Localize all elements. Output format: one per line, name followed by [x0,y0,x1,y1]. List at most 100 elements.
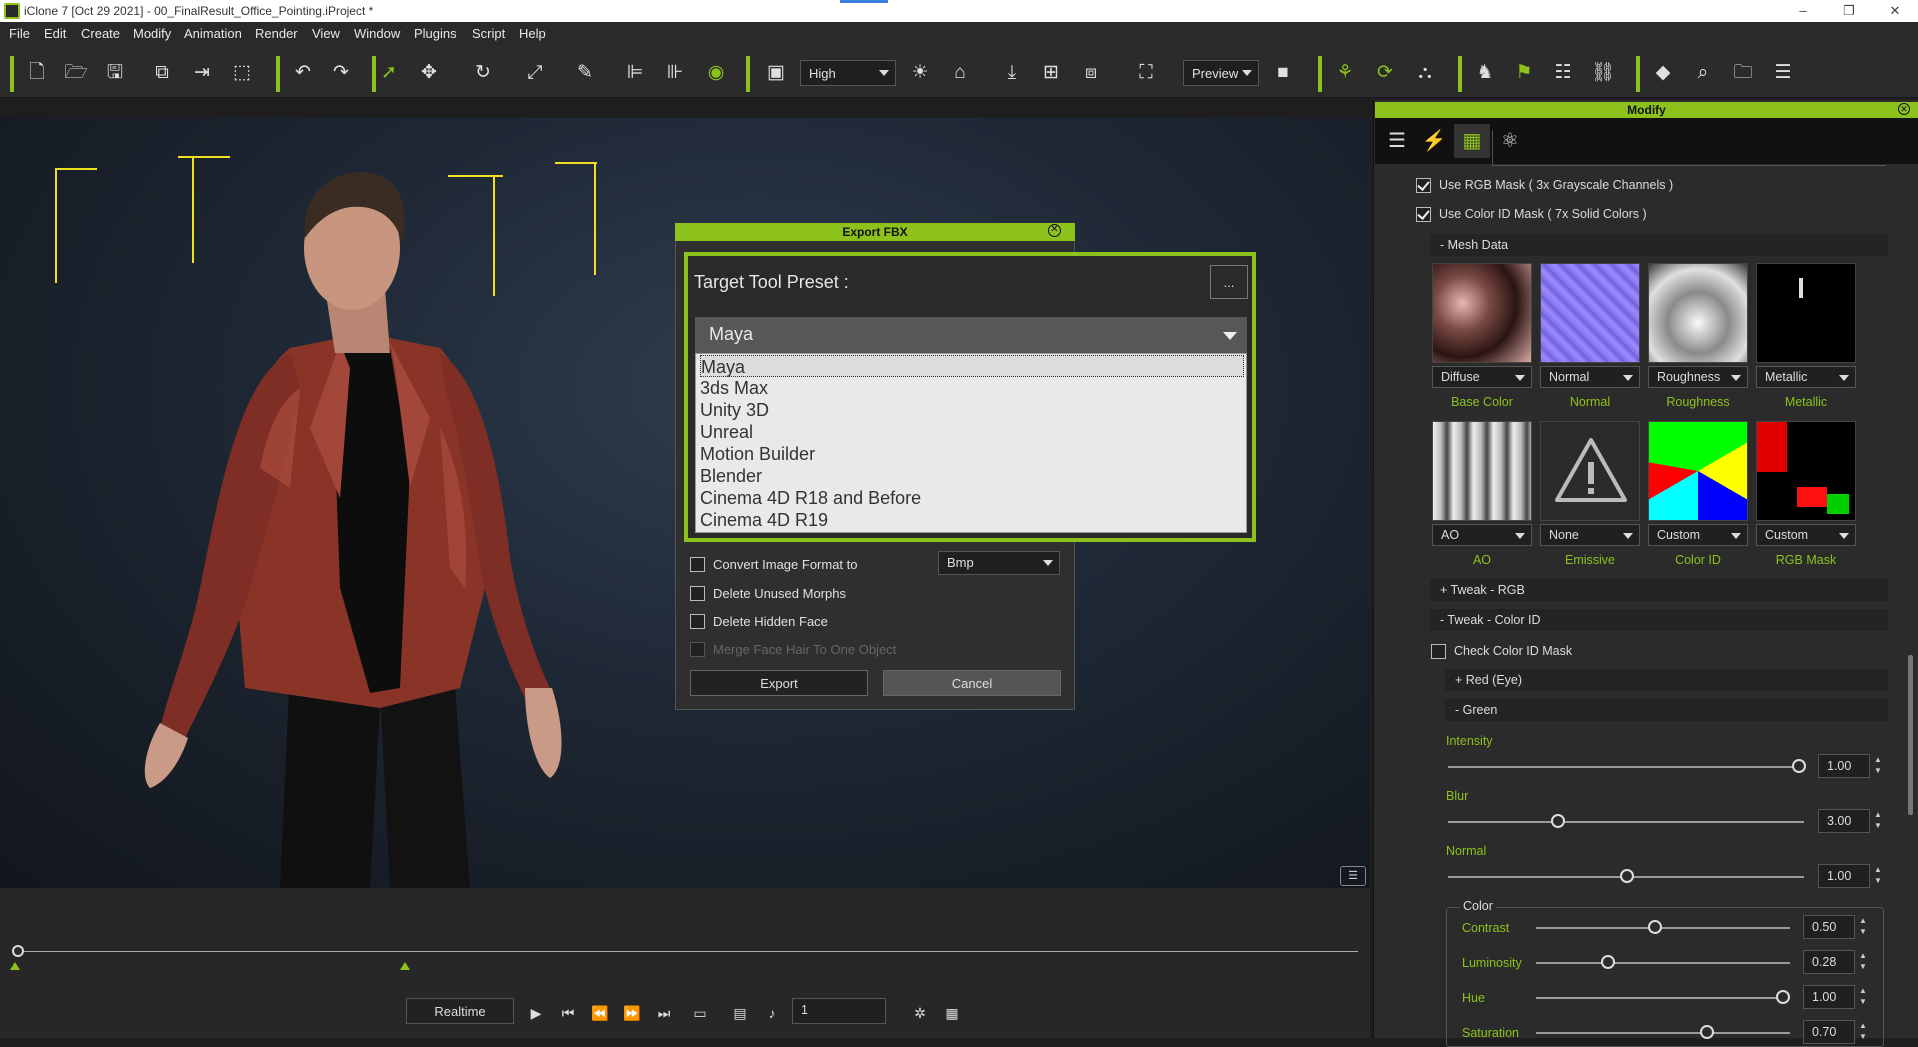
menu-file[interactable]: File [9,26,30,41]
timeline-scrubber[interactable] [12,945,24,957]
contrast-slider-track[interactable] [1536,927,1790,929]
contrast-spinner[interactable]: ▲ ▼ [1857,915,1869,939]
panel-close-icon[interactable]: ✕ [1898,103,1910,115]
texture-channel-select[interactable]: Custom [1756,524,1856,546]
intensity-slider-knob[interactable] [1792,759,1806,773]
checklist-icon[interactable]: ☷ [1550,60,1576,86]
folder-icon[interactable]: 🗀 [1730,60,1756,86]
target-preset-select[interactable]: Maya [695,317,1247,353]
snap-icon[interactable]: ✎ [572,60,598,86]
export-button[interactable]: Export [690,670,868,696]
realtime-button[interactable]: Realtime [406,998,514,1024]
next-frame-icon[interactable]: ⏩ [620,1002,644,1024]
saturation-spinner[interactable]: ▲ ▼ [1857,1020,1869,1044]
import-icon[interactable]: ⧉ [149,60,175,86]
minimize-button[interactable]: – [1780,2,1826,20]
tab-sliders-icon[interactable]: ☰ [1379,124,1415,158]
home-camera-icon[interactable]: ⌂ [947,60,973,86]
blur-input[interactable]: 3.00 [1818,809,1870,833]
tweak-rgb-section[interactable]: + Tweak - RGB [1430,579,1888,601]
menu-create[interactable]: Create [81,26,120,41]
panel-scrollbar[interactable] [1908,655,1913,815]
saturation-slider-knob[interactable] [1700,1025,1714,1039]
saturation-slider-track[interactable] [1536,1032,1790,1034]
diffuse-texture-thumbnail[interactable] [1432,263,1532,363]
menu-animation[interactable]: Animation [184,26,242,41]
check-color-id-mask-checkbox[interactable] [1431,644,1446,659]
color-id-texture-thumbnail[interactable] [1648,421,1748,521]
tweak-color-id-section[interactable]: - Tweak - Color ID [1430,609,1888,631]
light-icon[interactable]: ☀ [907,60,933,86]
menu-help[interactable]: Help [519,26,546,41]
open-folder-icon[interactable]: 🗁 [63,60,89,86]
use-rgb-mask-checkbox[interactable] [1416,178,1431,193]
texture-channel-select[interactable]: Metallic [1756,366,1856,388]
drop-to-floor-icon[interactable]: ⤓ [999,60,1025,86]
menu-plugins[interactable]: Plugins [414,26,457,41]
intensity-slider-track[interactable] [1448,766,1804,768]
camera-icon[interactable]: ■ [1270,60,1296,86]
convert-image-checkbox[interactable] [690,557,705,572]
move-icon[interactable]: ✥ [416,60,442,86]
menu-script[interactable]: Script [472,26,505,41]
hue-slider-knob[interactable] [1776,990,1790,1004]
character-model[interactable] [140,168,590,888]
emissive-texture-thumbnail[interactable] [1540,421,1640,521]
frame-object-icon[interactable]: ⧈ [1078,60,1104,86]
normal-input[interactable]: 1.00 [1818,864,1870,888]
previous-frame-icon[interactable]: ⏪ [588,1002,612,1024]
scale-icon[interactable]: ⤢ [522,60,548,86]
hue-slider-track[interactable] [1536,997,1790,999]
comment-icon[interactable]: ☰ [1340,866,1366,886]
normal-texture-thumbnail[interactable] [1540,263,1640,363]
red-eye-section[interactable]: + Red (Eye) [1445,669,1888,691]
search-icon[interactable]: ⌕ [1690,60,1716,86]
timeline-track[interactable] [18,951,1358,952]
preset-option[interactable]: Motion Builder [700,443,1244,465]
menu-window[interactable]: Window [354,26,400,41]
intensity-input[interactable]: 1.00 [1818,754,1870,778]
close-dialog-icon[interactable]: ✕ [1048,224,1061,237]
go-to-start-icon[interactable]: ⏮ [556,1002,580,1024]
timeline-settings-icon[interactable]: ✲ [908,1002,932,1024]
mesh-data-section[interactable]: - Mesh Data [1430,234,1888,256]
save-icon[interactable]: 🖫 [102,60,128,86]
preset-option[interactable]: Unreal [700,421,1244,443]
preset-option[interactable]: Cinema 4D R18 and Before [700,487,1244,509]
character-tool-icon[interactable]: ⚘ [1332,60,1358,86]
undo-icon[interactable]: ↶ [290,60,316,86]
usd-export-icon[interactable]: ⬚ [229,60,255,86]
link-icon[interactable]: ⛓ [1590,60,1616,86]
intensity-spinner[interactable]: ▲ ▼ [1872,754,1884,778]
close-button[interactable]: ✕ [1872,2,1918,20]
texture-channel-select[interactable]: Normal [1540,366,1640,388]
range-end-marker[interactable] [400,962,410,970]
visibility-eye-icon[interactable]: ◉ [703,60,729,86]
green-section[interactable]: - Green [1445,699,1888,721]
tab-material-icon[interactable]: ▦ [1454,124,1490,158]
luminosity-spinner[interactable]: ▲ ▼ [1857,950,1869,974]
align-bottom-icon[interactable]: ⊪ [662,60,688,86]
preset-option[interactable]: Cinema 4D R19 [700,509,1244,531]
normal-slider-knob[interactable] [1620,869,1634,883]
new-file-icon[interactable]: 🗋 [24,60,50,86]
use-color-id-mask-checkbox[interactable] [1416,207,1431,222]
contrast-slider-knob[interactable] [1648,920,1662,934]
texture-channel-select[interactable]: None [1540,524,1640,546]
preset-more-button[interactable]: ... [1210,265,1248,299]
select-arrow-icon[interactable]: ➚ [376,60,402,86]
hue-spinner[interactable]: ▲ ▼ [1857,985,1869,1009]
tab-motion-icon[interactable]: ⚡ [1416,124,1452,158]
menu-modify[interactable]: Modify [133,26,171,41]
rotate-icon[interactable]: ↻ [470,60,496,86]
quality-select[interactable]: High [800,60,896,86]
preset-option[interactable]: Maya [700,355,1244,377]
texture-channel-select[interactable]: Roughness [1648,366,1748,388]
preset-option[interactable]: 3ds Max [700,377,1244,399]
puppet-icon[interactable]: ♞ [1472,60,1498,86]
ao-texture-thumbnail[interactable] [1432,421,1532,521]
normal-spinner[interactable]: ▲ ▼ [1872,864,1884,888]
roughness-texture-thumbnail[interactable] [1648,263,1748,363]
flag-icon[interactable]: ⚑ [1511,60,1537,86]
blur-spinner[interactable]: ▲ ▼ [1872,809,1884,833]
